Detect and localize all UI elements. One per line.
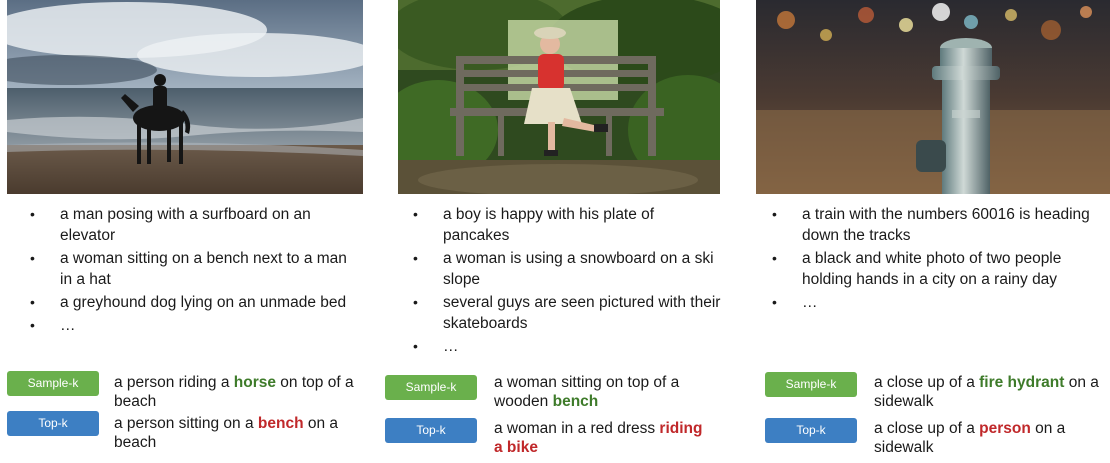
caption-item: several guys are seen pictured with thei… [413,292,723,334]
beach-horse-rider-photo [7,0,363,194]
caption-item: … [413,336,723,357]
caption-item: a man posing with a surfboard on an elev… [30,204,350,246]
fire-hydrant-night-photo [756,0,1110,194]
correct-object-word: bench [552,393,599,410]
caption-item: a woman sitting on a bench next to a man… [30,248,350,290]
sample-k-badge: Sample-k [7,371,99,396]
sample-k-caption: a close up of a fire hydrant on a sidewa… [874,374,1099,410]
caption-item: … [30,315,350,336]
caption-item: a boy is happy with his plate of pancake… [413,204,723,246]
sample-k-badge: Sample-k [385,375,477,400]
correct-object-word: fire hydrant [979,374,1065,391]
correct-object-word: horse [233,374,276,391]
caption-item: … [772,292,1102,313]
hallucinated-object-word: person [979,420,1031,437]
caption-item: a greyhound dog lying on an unmade bed [30,292,350,313]
top-k-caption: a woman in a red dress riding a bike [494,420,703,456]
caption-item: a woman is using a snowboard on a ski sl… [413,248,723,290]
top-k-badge: Top-k [385,418,477,443]
caption-item: a black and white photo of two people ho… [772,248,1102,290]
top-k-badge: Top-k [765,418,857,443]
retrieved-captions-list-1: a man posing with a surfboard on an elev… [30,204,350,338]
sample-k-caption: a woman sitting on top of a wooden bench [494,374,680,410]
woman-on-bench-photo [398,0,720,194]
top-k-caption: a close up of a person on a sidewalk [874,420,1066,456]
top-k-badge: Top-k [7,411,99,436]
retrieved-captions-list-2: a boy is happy with his plate of pancake… [413,204,723,359]
retrieved-captions-list-3: a train with the numbers 60016 is headin… [772,204,1102,315]
sample-k-badge: Sample-k [765,372,857,397]
hallucinated-object-word: bench [257,415,304,432]
sample-k-caption: a person riding a horse on top of a beac… [114,374,354,410]
top-k-caption: a person sitting on a bench on a beach [114,415,339,451]
caption-item: a train with the numbers 60016 is headin… [772,204,1102,246]
